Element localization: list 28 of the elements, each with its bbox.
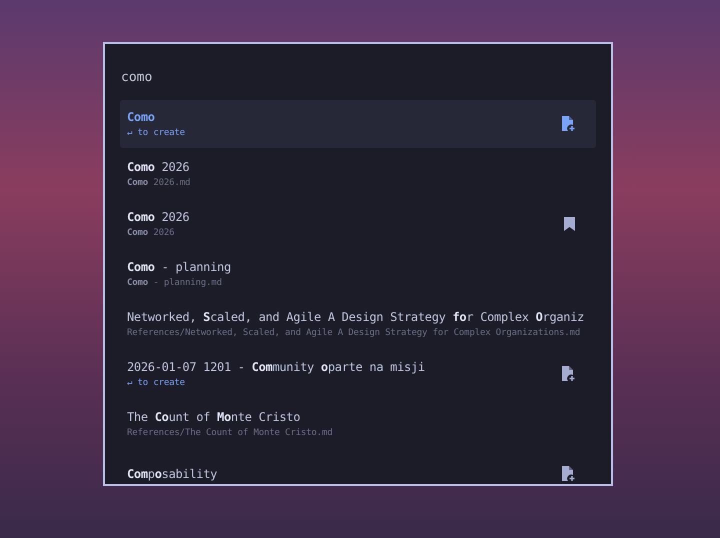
result-item[interactable]: Networked, Scaled, and Agile A Design Strategy for Complex Organiz References/Networked, Scaled, and Agile A Design Strategy for Complex Organizations.md [120, 300, 596, 348]
bookmark-icon[interactable] [564, 216, 575, 230]
result-title: Como 2026 [127, 158, 190, 176]
result-item[interactable]: Como 2026 Como 2026 [120, 200, 596, 248]
result-item[interactable]: 2026-01-07 1201 - Community oparte na misji ↵ to create [120, 350, 596, 398]
result-item[interactable]: Como 2026 Como 2026.md [120, 150, 596, 198]
search-field[interactable]: como [120, 44, 596, 100]
result-item[interactable]: Composability [120, 450, 596, 484]
result-subtitle: Como 2026.md [127, 176, 190, 190]
result-title: Como 2026 [127, 208, 190, 226]
result-title: Composability [127, 466, 218, 482]
result-subtitle: Como - planning.md [127, 276, 222, 290]
result-subtitle: References/The Count of Monte Cristo.md [127, 426, 332, 440]
result-title: Networked, Scaled, and Agile A Design Strategy for Complex Organiz [127, 308, 584, 326]
result-title: Como [127, 108, 155, 126]
file-plus-icon[interactable] [561, 116, 575, 132]
result-item[interactable]: Como - planning Como - planning.md [120, 250, 596, 298]
result-item[interactable]: The Count of Monte Cristo References/The Count of Monte Cristo.md [120, 400, 596, 448]
result-subtitle: ↵ to create [127, 126, 185, 140]
file-plus-icon[interactable] [561, 466, 575, 482]
result-subtitle: ↵ to create [127, 376, 185, 390]
result-title: 2026-01-07 1201 - Community oparte na misji [127, 358, 425, 376]
result-subtitle: Como 2026 [127, 226, 174, 240]
result-title: Como - planning [127, 258, 231, 276]
result-title: The Count of Monte Cristo [127, 408, 300, 426]
result-item[interactable]: Como ↵ to create [120, 100, 596, 148]
file-plus-icon[interactable] [561, 366, 575, 382]
result-subtitle: References/Networked, Scaled, and Agile A Design Strategy for Complex Organizations.md [127, 326, 580, 340]
